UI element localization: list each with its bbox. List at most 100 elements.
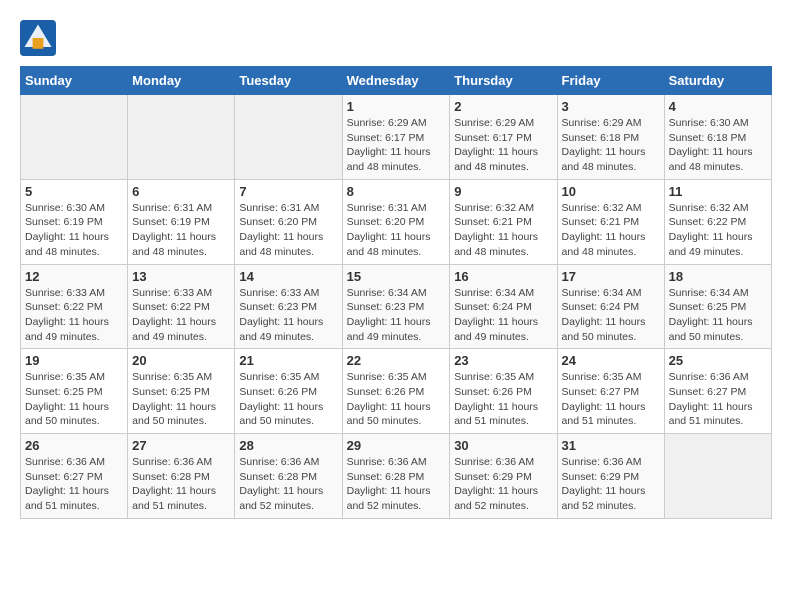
calendar-cell: 29 Sunrise: 6:36 AMSunset: 6:28 PMDayligh… (342, 434, 450, 519)
day-number: 20 (132, 353, 230, 368)
day-detail: Sunrise: 6:36 AMSunset: 6:28 PMDaylight:… (132, 455, 230, 514)
day-detail: Sunrise: 6:34 AMSunset: 6:23 PMDaylight:… (347, 286, 446, 345)
calendar-cell: 2 Sunrise: 6:29 AMSunset: 6:17 PMDaylight… (450, 95, 557, 180)
day-number: 23 (454, 353, 552, 368)
day-detail: Sunrise: 6:35 AMSunset: 6:26 PMDaylight:… (239, 370, 337, 429)
calendar-cell (664, 434, 771, 519)
day-number: 4 (669, 99, 767, 114)
day-detail: Sunrise: 6:31 AMSunset: 6:19 PMDaylight:… (132, 201, 230, 260)
calendar-cell: 9 Sunrise: 6:32 AMSunset: 6:21 PMDaylight… (450, 179, 557, 264)
calendar-cell: 7 Sunrise: 6:31 AMSunset: 6:20 PMDaylight… (235, 179, 342, 264)
day-number: 12 (25, 269, 123, 284)
day-detail: Sunrise: 6:29 AMSunset: 6:17 PMDaylight:… (454, 116, 552, 175)
weekday-header-friday: Friday (557, 67, 664, 95)
calendar-cell: 23 Sunrise: 6:35 AMSunset: 6:26 PMDayligh… (450, 349, 557, 434)
day-number: 28 (239, 438, 337, 453)
calendar-cell: 11 Sunrise: 6:32 AMSunset: 6:22 PMDayligh… (664, 179, 771, 264)
calendar-cell: 24 Sunrise: 6:35 AMSunset: 6:27 PMDayligh… (557, 349, 664, 434)
day-number: 19 (25, 353, 123, 368)
day-number: 30 (454, 438, 552, 453)
calendar-body: 1 Sunrise: 6:29 AMSunset: 6:17 PMDaylight… (21, 95, 772, 519)
logo (20, 20, 62, 56)
day-number: 6 (132, 184, 230, 199)
calendar-cell: 20Sunrise: 6:35 AMSunset: 6:25 PMDayligh… (128, 349, 235, 434)
day-detail: Sunrise: 6:36 AMSunset: 6:28 PMDaylight:… (347, 455, 446, 514)
calendar-cell: 1 Sunrise: 6:29 AMSunset: 6:17 PMDaylight… (342, 95, 450, 180)
calendar-cell: 16Sunrise: 6:34 AMSunset: 6:24 PMDayligh… (450, 264, 557, 349)
calendar-cell: 5Sunrise: 6:30 AMSunset: 6:19 PMDaylight… (21, 179, 128, 264)
calendar-week-row: 19 Sunrise: 6:35 AMSunset: 6:25 PMDayligh… (21, 349, 772, 434)
day-number: 31 (562, 438, 660, 453)
day-number: 26 (25, 438, 123, 453)
day-number: 25 (669, 353, 767, 368)
calendar-cell: 25 Sunrise: 6:36 AMSunset: 6:27 PMDayligh… (664, 349, 771, 434)
calendar-cell: 22Sunrise: 6:35 AMSunset: 6:26 PMDayligh… (342, 349, 450, 434)
calendar-cell: 10 Sunrise: 6:32 AMSunset: 6:21 PMDayligh… (557, 179, 664, 264)
day-number: 29 (347, 438, 446, 453)
weekday-header-thursday: Thursday (450, 67, 557, 95)
day-detail: Sunrise: 6:34 AMSunset: 6:24 PMDaylight:… (562, 286, 660, 345)
day-detail: Sunrise: 6:36 AMSunset: 6:28 PMDaylight:… (239, 455, 337, 514)
day-detail: Sunrise: 6:32 AMSunset: 6:22 PMDaylight:… (669, 201, 767, 260)
day-detail: Sunrise: 6:36 AMSunset: 6:29 PMDaylight:… (454, 455, 552, 514)
calendar-cell: 17 Sunrise: 6:34 AMSunset: 6:24 PMDayligh… (557, 264, 664, 349)
day-detail: Sunrise: 6:31 AMSunset: 6:20 PMDaylight:… (239, 201, 337, 260)
calendar-header: SundayMondayTuesdayWednesdayThursdayFrid… (21, 67, 772, 95)
weekday-header-wednesday: Wednesday (342, 67, 450, 95)
calendar-cell: 8Sunrise: 6:31 AMSunset: 6:20 PMDaylight… (342, 179, 450, 264)
day-number: 15 (347, 269, 446, 284)
day-detail: Sunrise: 6:30 AMSunset: 6:19 PMDaylight:… (25, 201, 123, 260)
day-number: 1 (347, 99, 446, 114)
calendar-cell: 6 Sunrise: 6:31 AMSunset: 6:19 PMDaylight… (128, 179, 235, 264)
calendar-cell: 13Sunrise: 6:33 AMSunset: 6:22 PMDayligh… (128, 264, 235, 349)
calendar-cell (21, 95, 128, 180)
calendar-week-row: 26 Sunrise: 6:36 AMSunset: 6:27 PMDayligh… (21, 434, 772, 519)
day-detail: Sunrise: 6:32 AMSunset: 6:21 PMDaylight:… (562, 201, 660, 260)
day-detail: Sunrise: 6:34 AMSunset: 6:25 PMDaylight:… (669, 286, 767, 345)
calendar-week-row: 1 Sunrise: 6:29 AMSunset: 6:17 PMDaylight… (21, 95, 772, 180)
day-detail: Sunrise: 6:36 AMSunset: 6:29 PMDaylight:… (562, 455, 660, 514)
day-number: 10 (562, 184, 660, 199)
calendar-week-row: 5Sunrise: 6:30 AMSunset: 6:19 PMDaylight… (21, 179, 772, 264)
day-detail: Sunrise: 6:29 AMSunset: 6:17 PMDaylight:… (347, 116, 446, 175)
day-number: 24 (562, 353, 660, 368)
weekday-header-tuesday: Tuesday (235, 67, 342, 95)
day-detail: Sunrise: 6:30 AMSunset: 6:18 PMDaylight:… (669, 116, 767, 175)
weekday-header-saturday: Saturday (664, 67, 771, 95)
calendar-cell (235, 95, 342, 180)
calendar-week-row: 12 Sunrise: 6:33 AMSunset: 6:22 PMDayligh… (21, 264, 772, 349)
calendar-cell: 30 Sunrise: 6:36 AMSunset: 6:29 PMDayligh… (450, 434, 557, 519)
day-number: 22 (347, 353, 446, 368)
day-detail: Sunrise: 6:32 AMSunset: 6:21 PMDaylight:… (454, 201, 552, 260)
day-detail: Sunrise: 6:36 AMSunset: 6:27 PMDaylight:… (25, 455, 123, 514)
calendar-cell: 21 Sunrise: 6:35 AMSunset: 6:26 PMDayligh… (235, 349, 342, 434)
calendar-cell: 14Sunrise: 6:33 AMSunset: 6:23 PMDayligh… (235, 264, 342, 349)
day-number: 17 (562, 269, 660, 284)
calendar-cell: 27Sunrise: 6:36 AMSunset: 6:28 PMDayligh… (128, 434, 235, 519)
day-number: 14 (239, 269, 337, 284)
weekday-header-sunday: Sunday (21, 67, 128, 95)
day-detail: Sunrise: 6:36 AMSunset: 6:27 PMDaylight:… (669, 370, 767, 429)
day-number: 7 (239, 184, 337, 199)
day-number: 16 (454, 269, 552, 284)
day-number: 18 (669, 269, 767, 284)
day-number: 21 (239, 353, 337, 368)
day-detail: Sunrise: 6:35 AMSunset: 6:25 PMDaylight:… (25, 370, 123, 429)
calendar-cell: 26 Sunrise: 6:36 AMSunset: 6:27 PMDayligh… (21, 434, 128, 519)
day-detail: Sunrise: 6:35 AMSunset: 6:27 PMDaylight:… (562, 370, 660, 429)
calendar-cell: 15 Sunrise: 6:34 AMSunset: 6:23 PMDayligh… (342, 264, 450, 349)
day-detail: Sunrise: 6:29 AMSunset: 6:18 PMDaylight:… (562, 116, 660, 175)
day-detail: Sunrise: 6:33 AMSunset: 6:22 PMDaylight:… (132, 286, 230, 345)
day-number: 11 (669, 184, 767, 199)
logo-icon (20, 20, 56, 56)
calendar-cell: 4 Sunrise: 6:30 AMSunset: 6:18 PMDaylight… (664, 95, 771, 180)
calendar-cell: 3 Sunrise: 6:29 AMSunset: 6:18 PMDaylight… (557, 95, 664, 180)
calendar-cell: 28 Sunrise: 6:36 AMSunset: 6:28 PMDayligh… (235, 434, 342, 519)
day-detail: Sunrise: 6:35 AMSunset: 6:26 PMDaylight:… (454, 370, 552, 429)
day-number: 2 (454, 99, 552, 114)
calendar-cell: 19 Sunrise: 6:35 AMSunset: 6:25 PMDayligh… (21, 349, 128, 434)
day-number: 9 (454, 184, 552, 199)
calendar-cell: 12Sunrise: 6:33 AMSunset: 6:22 PMDayligh… (21, 264, 128, 349)
day-detail: Sunrise: 6:31 AMSunset: 6:20 PMDaylight:… (347, 201, 446, 260)
day-number: 3 (562, 99, 660, 114)
